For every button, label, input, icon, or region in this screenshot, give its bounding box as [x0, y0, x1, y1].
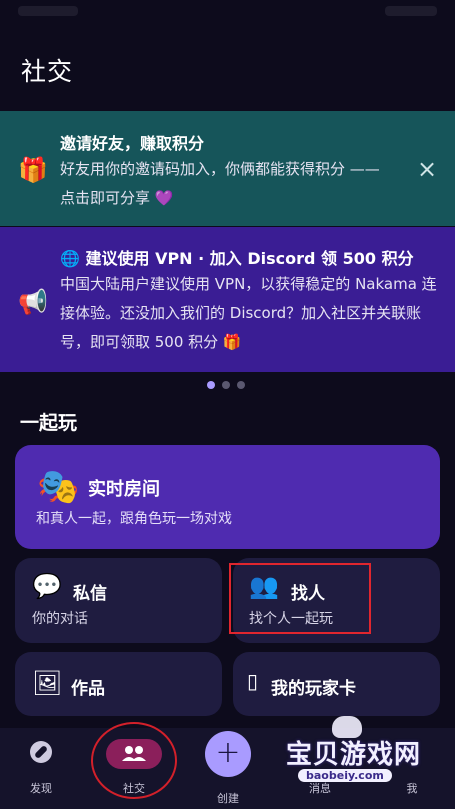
nav-discover[interactable]: 发现: [11, 728, 71, 809]
invite-banner-title: 邀请好友，赚取积分: [60, 134, 205, 153]
section-title: 一起玩: [20, 412, 78, 434]
player-card-card[interactable]: ▯ 我的玩家卡: [233, 652, 440, 716]
watermark: 宝贝游戏网 baobeiy.com: [282, 716, 447, 792]
plus-icon: +: [205, 731, 251, 777]
megaphone-icon: 📢: [18, 288, 48, 316]
works-card-title: 作品: [71, 679, 105, 699]
live-room-title: 实时房间: [88, 479, 160, 500]
status-bar-right: [385, 6, 437, 16]
live-room-card[interactable]: 🎭: [15, 445, 440, 549]
carousel-dot[interactable]: [207, 381, 215, 389]
watermark-url: baobeiy.com: [298, 769, 392, 782]
watermark-text: 宝贝游戏网: [286, 740, 422, 770]
status-bar: [0, 0, 455, 28]
page-title: 社交: [21, 57, 74, 86]
nav-discover-label: 发现: [30, 782, 52, 795]
framed-picture-icon: 🖼: [32, 669, 63, 697]
gift-icon: 🎁: [18, 156, 48, 184]
id-card-icon: ▯: [247, 669, 259, 693]
messages-card[interactable]: 💬 私信 你的对话: [15, 558, 222, 643]
theater-masks-icon: 🎭: [37, 467, 80, 507]
close-icon[interactable]: ×: [413, 155, 441, 183]
status-bar-left: [18, 6, 78, 16]
invite-banner-text: 好友用你的邀请码加入，你俩都能获得积分 —— 点击即可分享 💜: [60, 160, 380, 207]
messages-card-title: 私信: [73, 584, 107, 604]
nav-create-label: 创建: [217, 792, 239, 805]
nav-create[interactable]: + 创建: [198, 728, 258, 809]
messages-card-subtitle: 你的对话: [32, 611, 88, 627]
carousel-dot[interactable]: [237, 381, 245, 389]
vpn-banner-title: 🌐 建议使用 VPN · 加入 Discord 领 500 积分: [60, 249, 414, 268]
player-card-title: 我的玩家卡: [271, 679, 356, 699]
works-card[interactable]: 🖼 作品: [15, 652, 222, 716]
live-room-subtitle: 和真人一起，跟角色玩一场对戏: [36, 511, 232, 527]
highlight-box: [229, 563, 371, 634]
carousel-dots[interactable]: [207, 381, 245, 391]
carousel-dot[interactable]: [222, 381, 230, 389]
vpn-banner-text: 中国大陆用户建议使用 VPN，以获得稳定的 Nakama 连接体验。还没加入我们…: [60, 275, 437, 351]
speech-bubble-icon: 💬: [32, 572, 62, 600]
compass-icon: [30, 741, 52, 763]
highlight-circle: [91, 722, 177, 799]
